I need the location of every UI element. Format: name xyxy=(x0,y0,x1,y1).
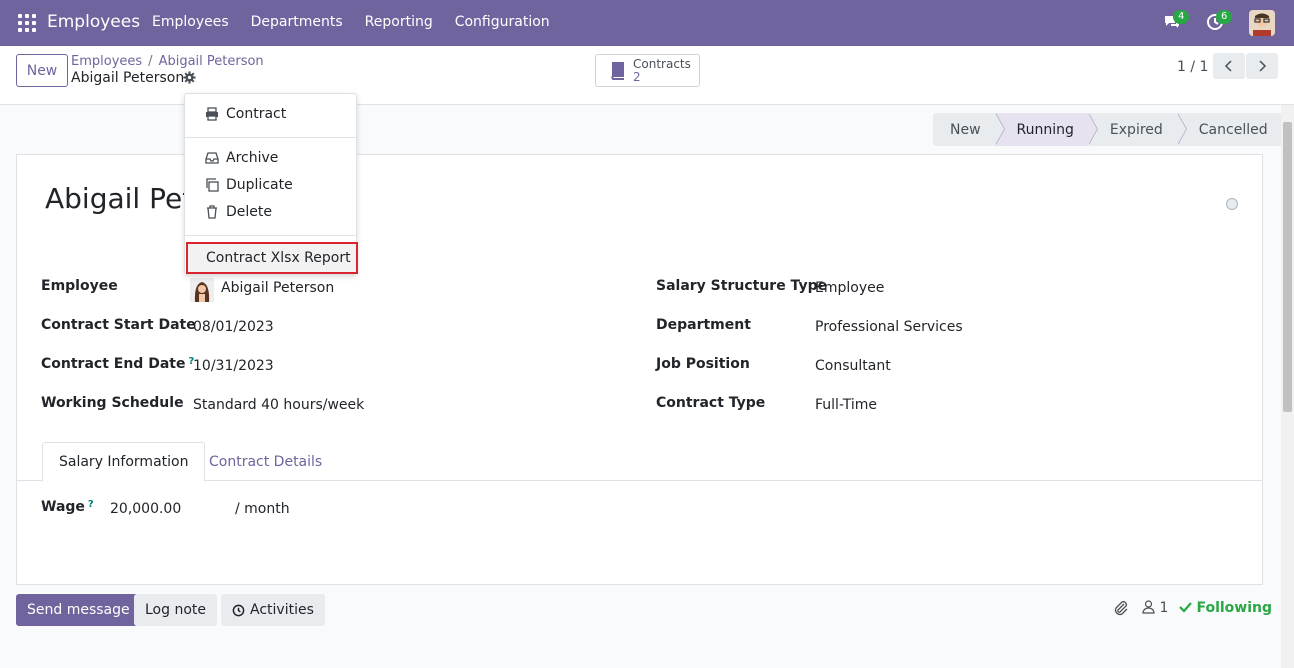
stage-cancelled-label: Cancelled xyxy=(1198,121,1268,138)
contract-type-value[interactable]: Full-Time xyxy=(815,397,877,413)
record-title: Abigail Peterson xyxy=(71,70,185,86)
pager-value[interactable]: 1 / 1 xyxy=(1177,59,1208,75)
attachment-button[interactable] xyxy=(1113,600,1129,620)
menu-divider xyxy=(185,137,356,138)
wage-label-text: Wage xyxy=(41,499,85,515)
working-schedule-value[interactable]: Standard 40 hours/week xyxy=(193,397,364,413)
department-label: Department xyxy=(656,317,751,333)
breadcrumb: Employees / Abigail Peterson xyxy=(71,54,264,69)
log-note-button[interactable]: Log note xyxy=(134,594,217,626)
messaging-button[interactable]: 4 xyxy=(1163,10,1190,33)
contract-type-label: Contract Type xyxy=(656,395,766,411)
chevron-right-icon xyxy=(1259,60,1267,72)
pager-previous-button[interactable] xyxy=(1213,53,1245,79)
job-position-value[interactable]: Consultant xyxy=(815,358,891,374)
pager-next-button[interactable] xyxy=(1246,53,1278,79)
activities-label: Activities xyxy=(250,602,314,618)
apps-menu-icon[interactable] xyxy=(18,14,36,32)
breadcrumb-employees[interactable]: Employees xyxy=(71,54,142,69)
print-contract-label: Contract xyxy=(226,106,287,122)
salary-structure-type-label: Salary Structure Type xyxy=(656,278,828,294)
contract-start-date-value[interactable]: 08/01/2023 xyxy=(193,319,274,335)
stage-running[interactable]: Running xyxy=(994,113,1098,146)
wage-label: Wage? xyxy=(41,499,94,515)
activities-button[interactable]: Activities xyxy=(221,594,325,626)
print-icon xyxy=(206,107,218,121)
messages-badge: 4 xyxy=(1173,10,1190,24)
following-label: Following xyxy=(1196,600,1273,616)
stage-new[interactable]: New xyxy=(933,113,1005,146)
top-navbar: Employees Employees Departments Reportin… xyxy=(0,0,1294,46)
wage-help-icon[interactable]: ? xyxy=(88,499,94,510)
inbox-icon xyxy=(205,152,219,164)
wage-unit: / month xyxy=(235,501,290,517)
user-avatar[interactable] xyxy=(1249,10,1275,36)
kanban-state-indicator[interactable] xyxy=(1226,198,1238,210)
gear-icon[interactable] xyxy=(183,71,196,84)
contracts-smart-button[interactable]: Contracts 2 xyxy=(595,54,700,87)
print-contract-item[interactable]: Contract xyxy=(185,101,356,127)
menu-configuration[interactable]: Configuration xyxy=(455,14,550,30)
salary-structure-type-value[interactable]: Employee xyxy=(815,280,884,296)
duplicate-item[interactable]: Duplicate xyxy=(185,172,356,198)
employee-value[interactable]: Abigail Peterson xyxy=(221,280,334,296)
tab-salary-information[interactable]: Salary Information xyxy=(42,442,206,482)
menu-employees[interactable]: Employees xyxy=(152,14,229,30)
department-value[interactable]: Professional Services xyxy=(815,319,963,335)
tab-contract-details[interactable]: Contract Details xyxy=(193,442,338,481)
activities-button[interactable]: 6 xyxy=(1206,10,1233,33)
contract-xlsx-report-item[interactable]: Contract Xlsx Report xyxy=(186,242,358,274)
send-message-button[interactable]: Send message xyxy=(16,594,141,626)
new-button[interactable]: New xyxy=(16,54,68,87)
stage-expired-label: Expired xyxy=(1109,121,1163,138)
wage-value[interactable]: 20,000.00 xyxy=(110,501,181,517)
contract-start-date-label: Contract Start Date xyxy=(41,317,196,333)
contract-end-date-label-text: Contract End Date xyxy=(41,356,186,372)
employee-avatar xyxy=(190,278,214,302)
archive-item[interactable]: Archive xyxy=(185,145,356,171)
archive-label: Archive xyxy=(226,150,279,166)
notebook-tabs: Salary Information Contract Details xyxy=(17,442,1262,482)
check-icon xyxy=(1179,602,1192,613)
followers-button[interactable]: 1 xyxy=(1142,600,1168,616)
stage-new-label: New xyxy=(950,121,981,138)
menu-reporting[interactable]: Reporting xyxy=(365,14,433,30)
stage-expired[interactable]: Expired xyxy=(1087,113,1187,146)
job-position-label: Job Position xyxy=(656,356,750,372)
app-title[interactable]: Employees xyxy=(47,12,140,32)
copy-icon xyxy=(206,178,219,192)
menu-divider xyxy=(185,235,356,236)
working-schedule-label: Working Schedule xyxy=(41,395,184,411)
duplicate-label: Duplicate xyxy=(226,177,293,193)
stage-running-label: Running xyxy=(1016,121,1074,138)
breadcrumb-record[interactable]: Abigail Peterson xyxy=(159,54,264,69)
scrollbar-thumb[interactable] xyxy=(1283,122,1292,412)
contract-end-date-label: Contract End Date? xyxy=(41,356,194,372)
menu-departments[interactable]: Departments xyxy=(251,14,343,30)
employee-label: Employee xyxy=(41,278,118,294)
book-icon xyxy=(611,61,624,80)
status-bar: New Running Expired Cancelled xyxy=(933,113,1282,146)
chevron-left-icon xyxy=(1224,60,1232,72)
followers-count: 1 xyxy=(1159,600,1169,616)
contract-xlsx-report-label: Contract Xlsx Report xyxy=(206,250,351,266)
activities-badge: 6 xyxy=(1216,10,1233,24)
scrollbar[interactable] xyxy=(1281,105,1294,668)
following-button[interactable]: Following xyxy=(1179,600,1272,616)
smart-button-count: 2 xyxy=(633,69,641,84)
delete-item[interactable]: Delete xyxy=(185,199,356,225)
user-icon xyxy=(1142,600,1155,614)
paperclip-icon xyxy=(1114,601,1128,616)
action-dropdown-menu: Contract Archive Duplicate Delete Contra… xyxy=(184,93,358,275)
trash-icon xyxy=(207,205,217,219)
delete-label: Delete xyxy=(226,204,272,220)
main-menu: Employees Departments Reporting Configur… xyxy=(152,14,572,30)
smart-button-label: Contracts xyxy=(633,56,691,71)
clock-icon xyxy=(232,604,245,616)
contract-end-date-value[interactable]: 10/31/2023 xyxy=(193,358,274,374)
stage-cancelled[interactable]: Cancelled xyxy=(1176,113,1282,146)
